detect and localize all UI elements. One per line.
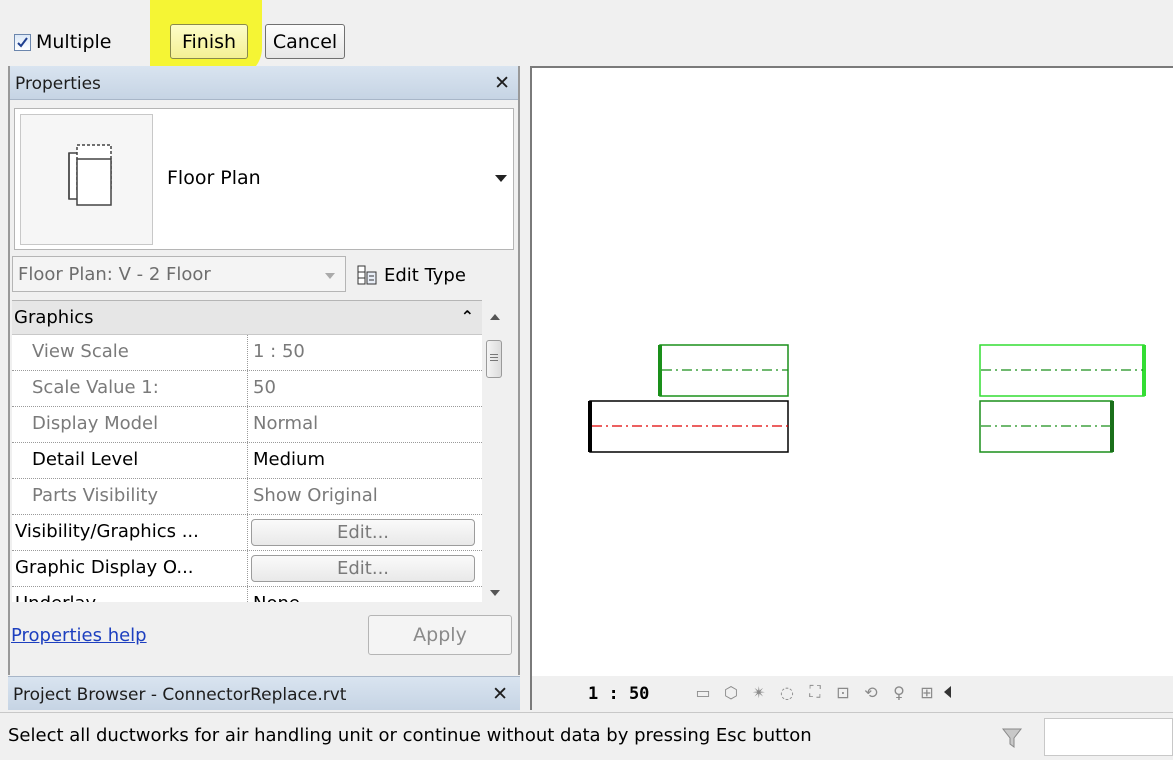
property-key: Graphic Display O... — [12, 551, 248, 586]
unlock-3d-icon[interactable]: ⟲ — [860, 681, 882, 703]
property-key: Scale Value 1: — [12, 371, 248, 406]
scroll-thumb[interactable] — [486, 340, 502, 378]
property-value: Show Original — [253, 485, 378, 506]
type-selector[interactable]: Floor Plan — [14, 108, 514, 250]
shadows-icon[interactable]: ◌ — [776, 681, 798, 703]
properties-panel: Properties ✕ Floor Plan Floor Plan: V - … — [8, 66, 520, 675]
view-scale[interactable]: 1 : 50 — [588, 684, 649, 704]
property-row[interactable]: Graphic Display O... Edit... — [12, 551, 482, 587]
property-row[interactable]: Visibility/Graphics ... Edit... — [12, 515, 482, 551]
selection-count-box — [1044, 718, 1173, 756]
property-key: Display Model — [12, 407, 248, 442]
property-key: Parts Visibility — [12, 479, 248, 514]
drawing-svg — [588, 344, 1146, 453]
properties-title: Properties — [15, 74, 101, 94]
edit-type-label: Edit Type — [384, 264, 466, 286]
revit-window: Multiple Finish Cancel Properties ✕ Floo… — [0, 0, 1173, 760]
view-control-bar: 1 : 50 ▭ ⬡ ✴ ◌ ⛶ ⊡ ⟲ ♀ ⊞ — [530, 676, 1173, 710]
properties-grid: Graphics ⌃ View Scale 1 : 50 Scale Value… — [12, 300, 482, 602]
edit-type-icon — [357, 265, 377, 285]
property-key: Visibility/Graphics ... — [12, 515, 248, 550]
options-bar: Multiple Finish Cancel — [0, 0, 1173, 78]
close-icon[interactable]: ✕ — [494, 72, 510, 94]
sun-path-icon[interactable]: ✴ — [748, 681, 770, 703]
floor-plan-icon — [20, 114, 153, 245]
collapse-icon[interactable]: ⌃ — [461, 307, 474, 326]
scroll-left-icon[interactable] — [944, 686, 951, 698]
property-value[interactable]: Medium — [248, 443, 482, 478]
apply-button[interactable]: Apply — [368, 615, 512, 655]
property-row[interactable]: Parts Visibility Show Original — [12, 479, 482, 515]
duct-segment[interactable] — [658, 344, 789, 397]
instance-selector-value: Floor Plan: V - 2 Floor — [18, 264, 211, 285]
property-row[interactable]: Detail Level Medium — [12, 443, 482, 479]
group-header-graphics[interactable]: Graphics ⌃ — [12, 301, 482, 335]
cancel-button[interactable]: Cancel — [265, 24, 345, 59]
temporary-hide-icon[interactable]: ♀ — [888, 681, 910, 703]
scroll-up-icon[interactable] — [490, 314, 500, 320]
detail-level-icon[interactable]: ▭ — [692, 681, 714, 703]
status-message: Select all ductworks for air handling un… — [8, 725, 812, 746]
property-key: View Scale — [12, 335, 248, 370]
multiple-checkbox[interactable]: Multiple — [14, 31, 111, 53]
reveal-hidden-icon[interactable]: ⊞ — [916, 681, 938, 703]
visibility-graphics-edit-button[interactable]: Edit... — [251, 519, 475, 546]
property-value: 50 — [253, 377, 276, 398]
filter-icon[interactable] — [1000, 725, 1024, 751]
property-row[interactable]: Underlay None — [12, 587, 482, 602]
close-icon[interactable]: ✕ — [492, 683, 508, 705]
scroll-down-icon[interactable] — [490, 590, 500, 596]
group-label: Graphics — [14, 307, 94, 328]
property-key: Detail Level — [12, 443, 248, 478]
duct-segment[interactable] — [979, 400, 1114, 453]
properties-help-link[interactable]: Properties help — [11, 625, 147, 646]
property-key: Underlay — [12, 587, 248, 602]
type-name: Floor Plan — [167, 167, 261, 189]
graphic-display-edit-button[interactable]: Edit... — [251, 555, 475, 582]
chevron-down-icon[interactable] — [325, 273, 335, 279]
chevron-down-icon[interactable] — [495, 175, 507, 182]
visual-style-icon[interactable]: ⬡ — [720, 681, 742, 703]
property-row[interactable]: Display Model Normal — [12, 407, 482, 443]
status-bar: Select all ductworks for air handling un… — [0, 712, 1173, 760]
properties-scrollbar[interactable] — [484, 300, 506, 602]
project-browser-title: Project Browser - ConnectorReplace.rvt — [13, 685, 347, 705]
crop-view-icon[interactable]: ⛶ — [804, 681, 826, 703]
property-value: 1 : 50 — [253, 341, 305, 362]
duct-segment-selected[interactable] — [588, 400, 789, 453]
show-crop-icon[interactable]: ⊡ — [832, 681, 854, 703]
checkbox-checked-icon[interactable] — [14, 33, 31, 51]
finish-button[interactable]: Finish — [170, 24, 248, 59]
property-row[interactable]: View Scale 1 : 50 — [12, 335, 482, 371]
instance-selector[interactable]: Floor Plan: V - 2 Floor — [12, 256, 346, 292]
property-value: None — [248, 587, 482, 602]
edit-type-button[interactable]: Edit Type — [356, 260, 466, 290]
property-value: Normal — [253, 413, 319, 434]
property-row[interactable]: Scale Value 1: 50 — [12, 371, 482, 407]
duct-segment[interactable] — [979, 344, 1146, 397]
drawing-area[interactable] — [530, 66, 1173, 676]
view-control-icons: ▭ ⬡ ✴ ◌ ⛶ ⊡ ⟲ ♀ ⊞ — [692, 681, 938, 703]
project-browser-header: Project Browser - ConnectorReplace.rvt ✕ — [8, 676, 520, 710]
multiple-label: Multiple — [36, 31, 112, 53]
properties-header: Properties ✕ — [10, 66, 518, 100]
